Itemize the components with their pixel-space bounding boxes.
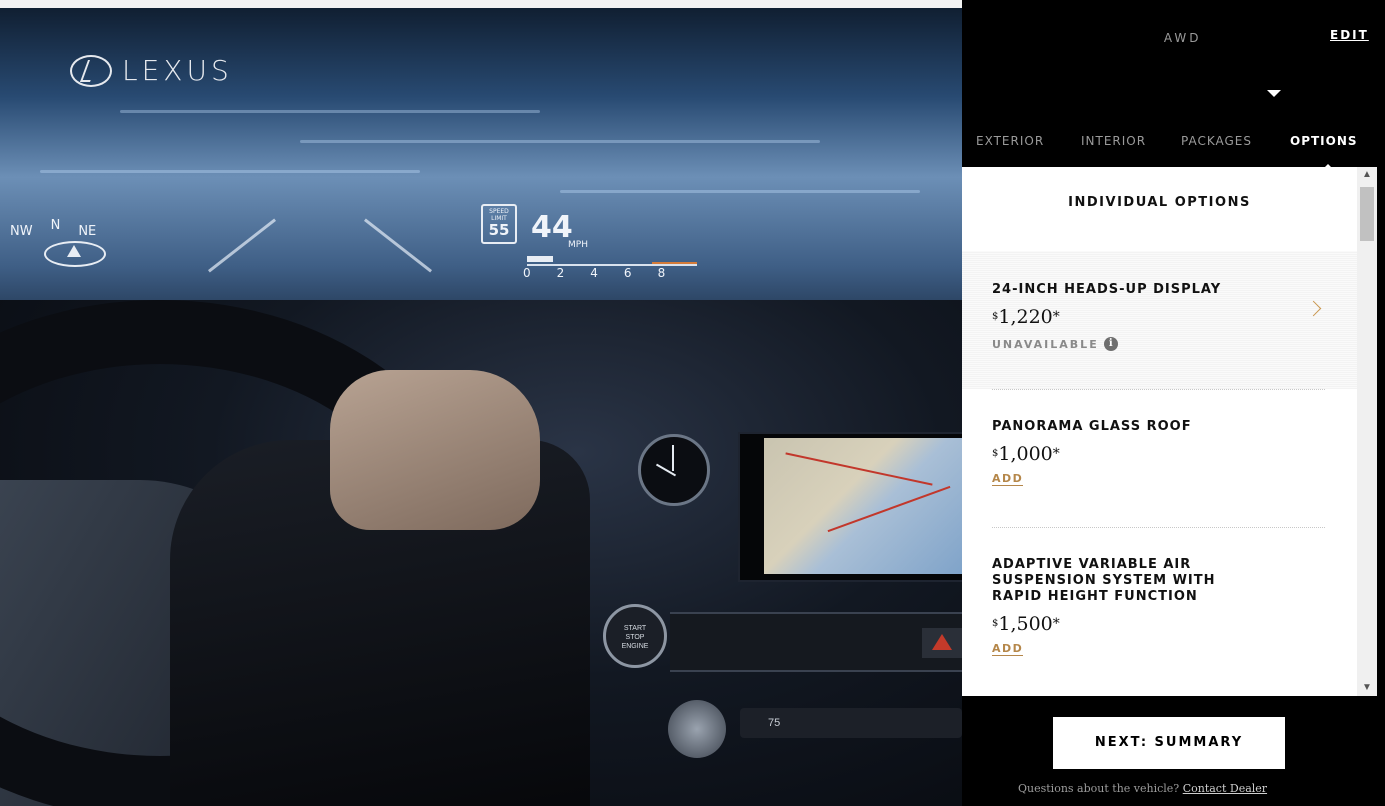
hud-speed-unit: MPH <box>568 240 588 250</box>
vehicle-title: 2018 LS 500 AWD <box>1032 28 1202 46</box>
climate-controls: 75 <box>740 708 962 738</box>
scale-tick: 4 <box>590 266 598 280</box>
hud-scale-ticks: 0 2 4 6 8 <box>523 266 665 280</box>
option-name: PANORAMA GLASS ROOF <box>992 419 1192 434</box>
map-route <box>785 452 933 486</box>
price-asterisk: * <box>1243 70 1254 89</box>
price-value: 79,215 <box>1098 64 1244 108</box>
scale-tick: 0 <box>523 266 531 280</box>
scroll-up-icon[interactable]: ▲ <box>1357 167 1377 183</box>
compass-west-label: NW <box>10 224 33 239</box>
volume-knob-icon <box>668 700 726 758</box>
option-price: $1,220* <box>992 306 1060 328</box>
configurator-tabs: EXTERIOR INTERIOR PACKAGES OPTIONS <box>962 134 1385 164</box>
options-scrollbar[interactable]: ▲ ▼ <box>1357 167 1377 696</box>
start-stop-button-icon: START STOP ENGINE <box>603 604 667 668</box>
option-price: $1,000* <box>992 443 1060 465</box>
option-name: 24-INCH HEADS-UP DISPLAY <box>992 282 1222 297</box>
option-adaptive-air-suspension: ADAPTIVE VARIABLE AIR SUSPENSION SYSTEM … <box>962 557 1357 657</box>
next-summary-button[interactable]: NEXT: SUMMARY <box>1053 717 1285 769</box>
hud-lane-line-left <box>207 218 277 273</box>
hud-speed-limit-sign: SPEED LIMIT 55 <box>481 204 517 244</box>
total-price-dropdown[interactable]: $ 79,215 * <box>1085 64 1282 108</box>
model-name: 2018 LS 500 <box>1032 28 1158 46</box>
options-list: INDIVIDUAL OPTIONS 24-INCH HEADS-UP DISP… <box>962 167 1357 696</box>
option-name: ADAPTIVE VARIABLE AIR SUSPENSION SYSTEM … <box>992 557 1216 604</box>
motion-streak <box>300 140 820 143</box>
option-panorama-glass-roof: PANORAMA GLASS ROOF $1,000* ADD <box>962 419 1357 487</box>
hazard-icon <box>922 628 962 658</box>
map-display <box>764 438 962 574</box>
compass-east-label: NE <box>78 224 97 239</box>
scale-tick: 2 <box>556 266 565 280</box>
hud-speed-value: 44 <box>531 210 573 245</box>
compass-dial-icon <box>44 241 106 267</box>
option-heads-up-display[interactable]: 24-INCH HEADS-UP DISPLAY $1,220* UNAVAIL… <box>962 251 1357 389</box>
tab-interior[interactable]: INTERIOR <box>1081 134 1146 148</box>
tachometer-fill <box>527 256 553 262</box>
driver-hand <box>330 370 540 530</box>
brand-logo: LEXUS <box>70 54 233 87</box>
motion-streak <box>560 190 920 193</box>
edit-vehicle-link[interactable]: EDIT <box>1330 28 1369 42</box>
scrollbar-thumb[interactable] <box>1360 187 1374 241</box>
brand-wordmark: LEXUS <box>122 54 233 87</box>
motion-streak <box>120 110 540 113</box>
lexus-logo-icon <box>70 54 112 87</box>
hud-compass: NW N NE <box>10 218 106 267</box>
map-route <box>827 485 951 533</box>
options-heading: INDIVIDUAL OPTIONS <box>1068 195 1251 210</box>
option-divider <box>992 389 1325 390</box>
top-strip <box>0 0 962 8</box>
price-currency: $ <box>1085 72 1099 93</box>
scale-tick: 8 <box>657 266 666 280</box>
chevron-down-icon[interactable] <box>1267 90 1282 97</box>
hud-lane-line-right <box>363 218 433 273</box>
tab-options[interactable]: OPTIONS <box>1290 134 1358 148</box>
analog-clock-icon <box>638 434 710 506</box>
tab-packages[interactable]: PACKAGES <box>1181 134 1252 148</box>
drivetrain-label: AWD <box>1163 31 1202 45</box>
footer-question: Questions about the vehicle? <box>1018 782 1180 795</box>
speed-limit-label: SPEED LIMIT <box>489 208 509 222</box>
speed-limit-value: 55 <box>488 221 510 239</box>
motion-streak <box>40 170 420 173</box>
contact-dealer-link[interactable]: Contact Dealer <box>1183 782 1267 795</box>
unavailable-label: UNAVAILABLE <box>992 337 1099 351</box>
scroll-down-icon[interactable]: ▼ <box>1357 680 1377 696</box>
air-vents <box>670 612 962 672</box>
footer-contact: Questions about the vehicle? Contact Dea… <box>1018 782 1267 795</box>
option-divider <box>992 527 1325 528</box>
compass-north-label: N <box>50 218 61 233</box>
hud-tachometer-scale <box>527 254 697 266</box>
option-price: $1,500* <box>992 613 1060 635</box>
tab-exterior[interactable]: EXTERIOR <box>976 134 1044 148</box>
navigation-screen <box>738 432 962 582</box>
tachometer-redline <box>652 262 697 264</box>
option-status: UNAVAILABLE i <box>992 337 1357 351</box>
add-option-button[interactable]: ADD <box>992 642 1024 656</box>
hero-image: LEXUS NW N NE SPEED LIMIT 55 44 MPH 0 2 … <box>0 0 962 806</box>
add-option-button[interactable]: ADD <box>992 472 1024 486</box>
info-icon[interactable]: i <box>1103 337 1118 351</box>
scale-tick: 6 <box>623 266 632 280</box>
